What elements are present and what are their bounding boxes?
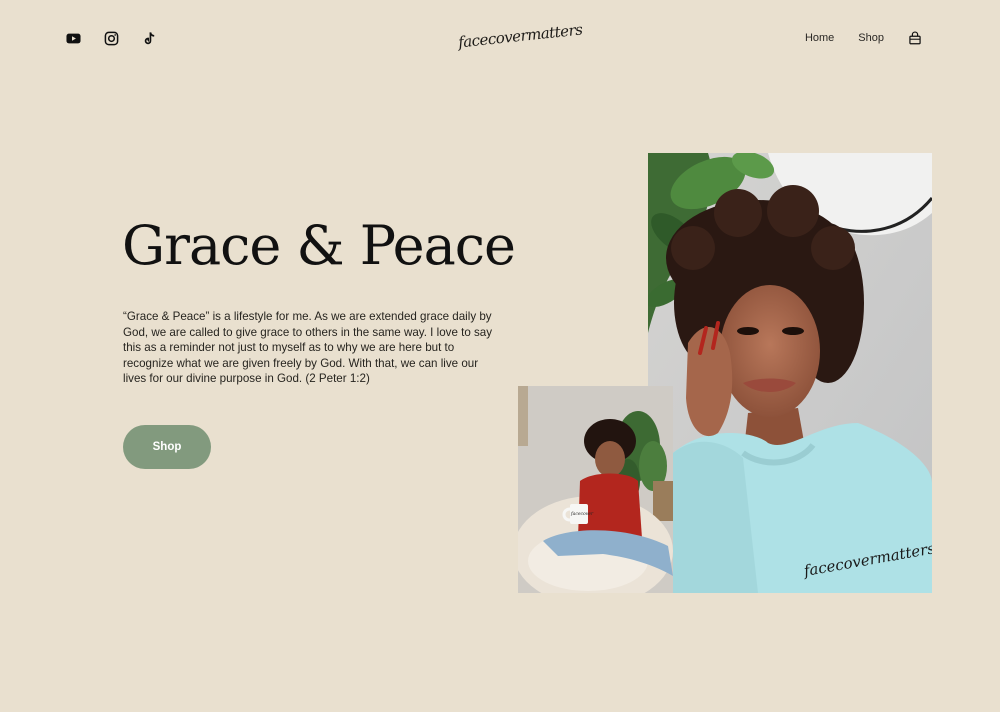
main-nav: Home Shop bbox=[805, 31, 922, 45]
nav-home-link[interactable]: Home bbox=[805, 32, 834, 44]
page-title: Grace & Peace bbox=[122, 214, 516, 277]
hero-description: “Grace & Peace” is a lifestyle for me. A… bbox=[123, 310, 493, 386]
tiktok-icon[interactable] bbox=[142, 31, 157, 46]
shopping-bag-icon[interactable] bbox=[908, 31, 922, 45]
site-header: facecovermatters Home Shop bbox=[0, 0, 1000, 78]
site-logo[interactable]: facecovermatters bbox=[456, 14, 583, 63]
nav-shop-link[interactable]: Shop bbox=[858, 32, 884, 44]
instagram-icon[interactable] bbox=[104, 31, 119, 46]
mug-print-text: facecover bbox=[570, 511, 594, 517]
youtube-icon[interactable] bbox=[66, 31, 81, 46]
lifestyle-photo: facecover bbox=[518, 386, 673, 593]
social-links bbox=[66, 31, 157, 46]
shop-button[interactable]: Shop bbox=[123, 425, 211, 469]
portrait-photo: facecovermatters bbox=[648, 153, 932, 593]
